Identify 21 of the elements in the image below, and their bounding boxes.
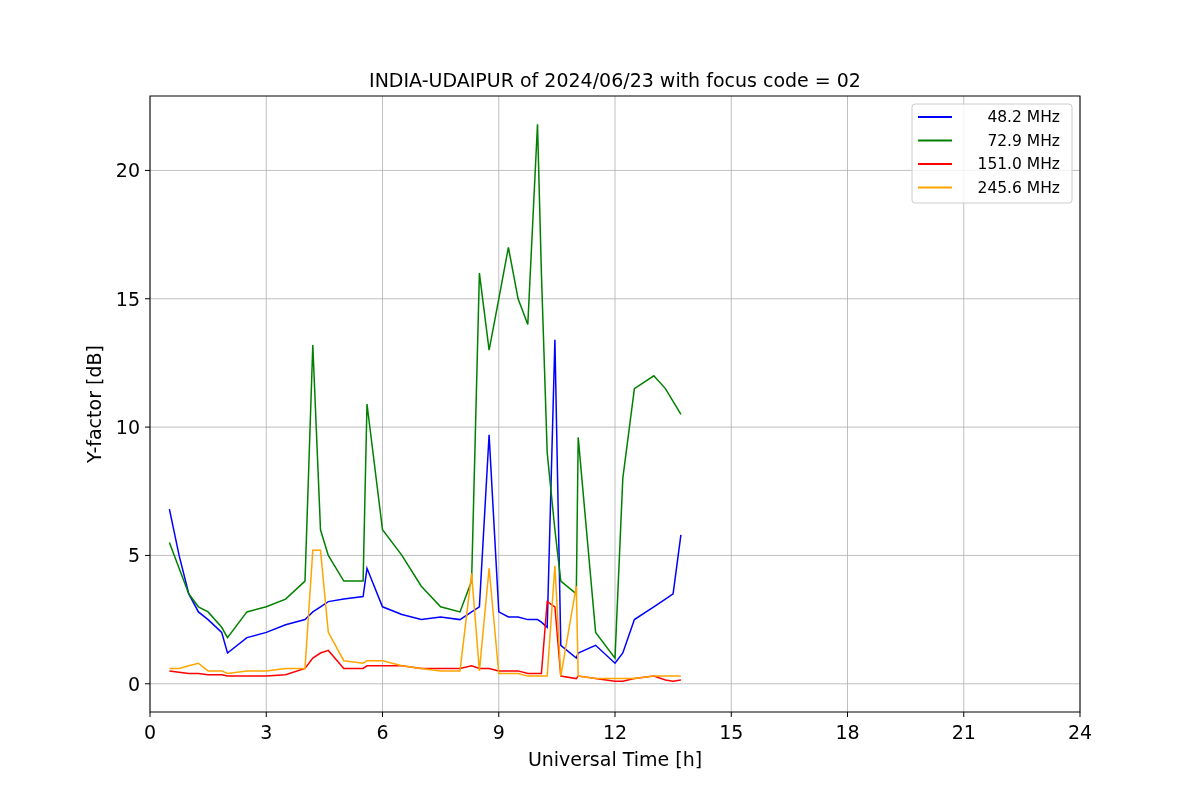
- legend-label: 72.9 MHz: [987, 131, 1060, 150]
- y-tick-label: 0: [127, 672, 140, 695]
- chart-title: INDIA-UDAIPUR of 2024/06/23 with focus code = 02: [369, 69, 861, 91]
- legend-label: 245.6 MHz: [977, 178, 1060, 197]
- y-tick-label: 5: [127, 544, 140, 567]
- x-tick-label: 18: [835, 721, 860, 743]
- x-tick-label: 9: [492, 721, 505, 743]
- y-tick-label: 15: [115, 287, 140, 310]
- x-axis-label: Universal Time [h]: [527, 748, 703, 770]
- legend-label: 151.0 MHz: [977, 155, 1060, 173]
- legend-label: 48.2 MHz: [987, 108, 1060, 126]
- y-tick-label: 10: [115, 416, 140, 439]
- x-tick-label: 3: [260, 721, 273, 743]
- y-axis-label: Y-factor [dB]: [83, 345, 105, 463]
- y-tick-label: 20: [115, 159, 140, 182]
- x-tick-label: 12: [602, 721, 628, 743]
- x-tick-label: 21: [951, 721, 976, 743]
- x-tick-label: 6: [376, 721, 389, 743]
- x-tick-label: 15: [719, 721, 744, 743]
- x-tick-label: 0: [143, 721, 157, 743]
- x-tick-label: 24: [1067, 721, 1093, 743]
